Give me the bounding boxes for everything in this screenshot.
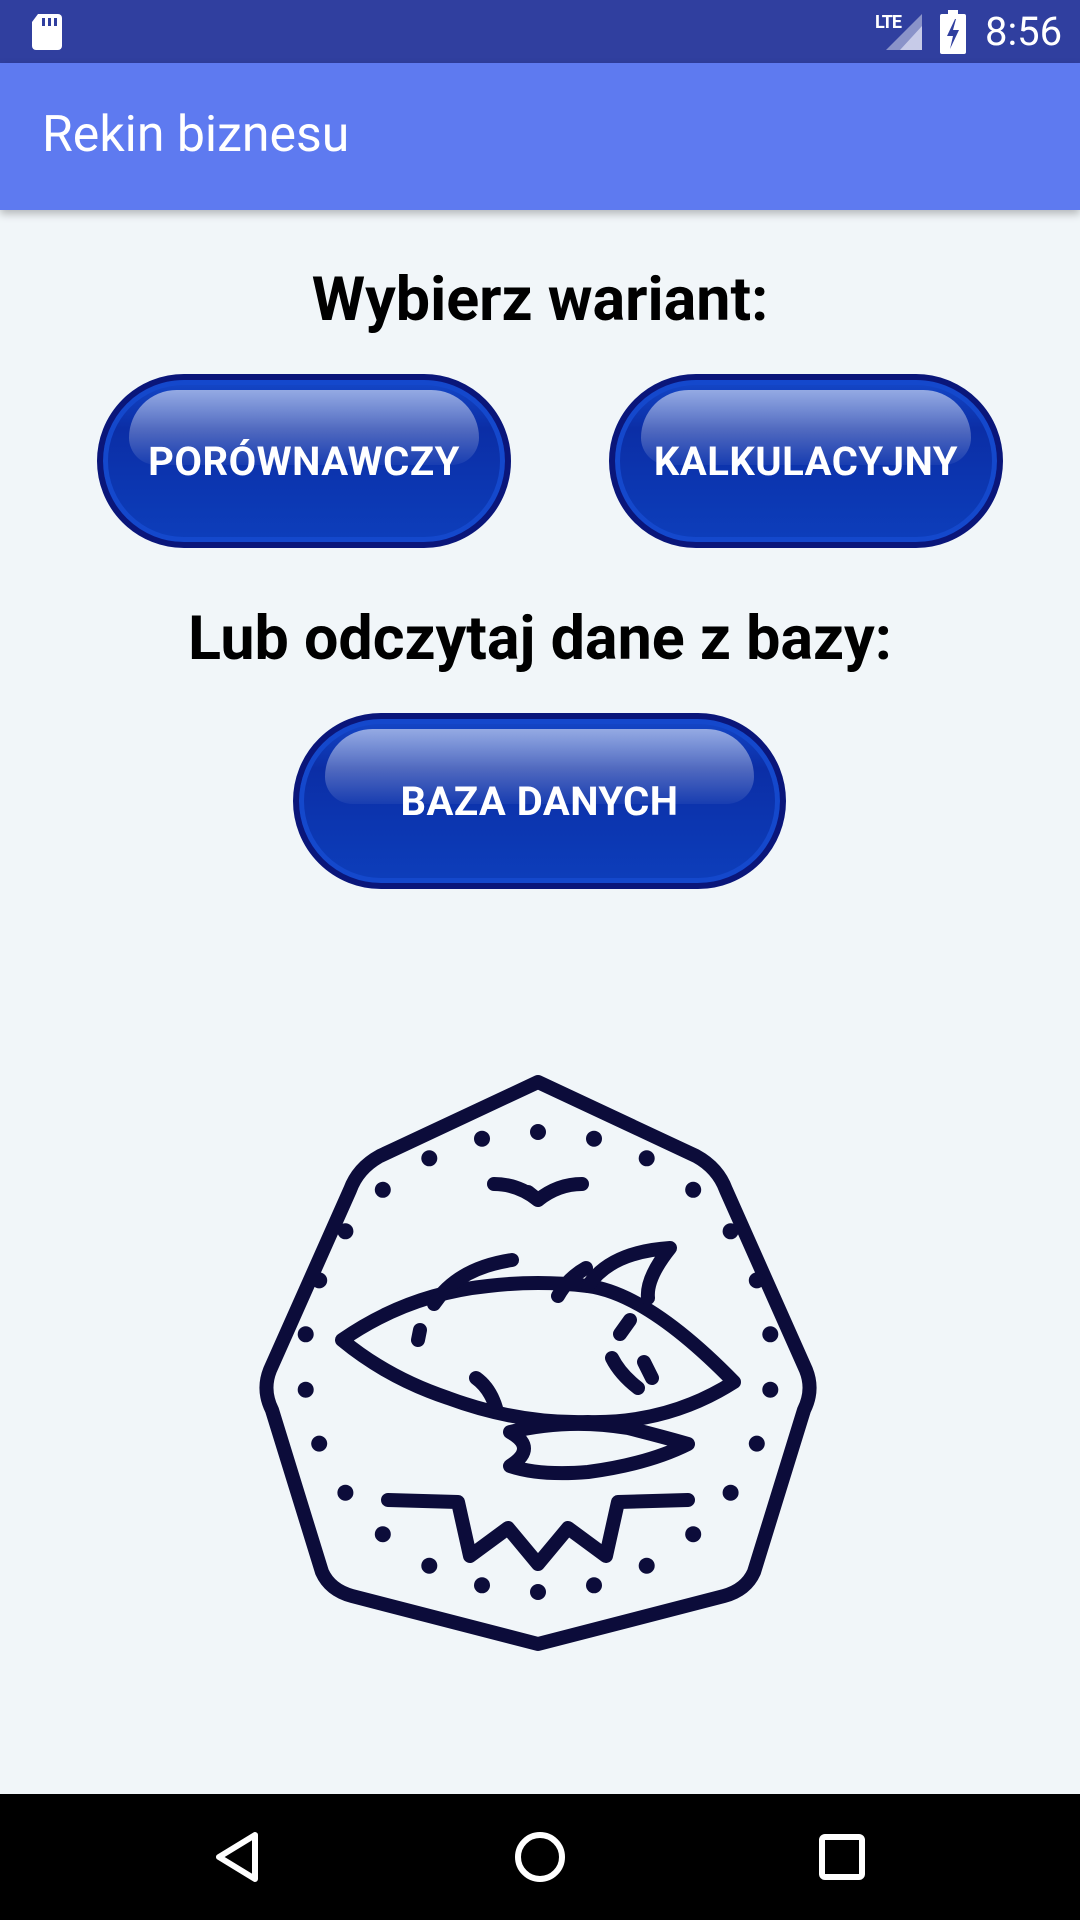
coin-dot [762, 1381, 779, 1398]
coin-dot [638, 1557, 655, 1574]
variant-heading: Wybierz wariant: [311, 263, 769, 335]
coin-dot [297, 1381, 314, 1398]
status-clock: 8:56 [985, 8, 1063, 55]
coin-dot [722, 1223, 739, 1240]
back-icon[interactable] [207, 1827, 267, 1887]
database-button[interactable]: BAZA DANYCH [293, 713, 786, 889]
coin-dot [530, 1584, 546, 1600]
coin-dot [421, 1557, 438, 1574]
coin-dot [530, 1124, 546, 1140]
coin-dot [586, 1577, 602, 1594]
coin-dot [685, 1181, 702, 1198]
app-bar: Rekin biznesu [0, 63, 1080, 210]
coin-dot [586, 1130, 602, 1147]
coin-dot [311, 1435, 328, 1452]
coin-dot [337, 1223, 354, 1240]
system-nav-bar [0, 1794, 1080, 1920]
coin-dot [722, 1484, 739, 1501]
home-icon[interactable] [510, 1827, 570, 1887]
coin-dot [474, 1577, 490, 1594]
status-bar: LTE 8:56 [0, 0, 1080, 63]
coin-dot [638, 1150, 655, 1167]
database-button-label: BAZA DANYCH [400, 777, 679, 825]
database-heading: Lub odczytaj dane z bazy: [188, 602, 892, 674]
recents-icon[interactable] [812, 1827, 872, 1887]
coin-dot [421, 1150, 438, 1167]
kalkulacyjny-button[interactable]: KALKULACYJNY [609, 374, 1003, 548]
coin-dot [474, 1130, 490, 1147]
kalkulacyjny-button-label: KALKULACYJNY [653, 437, 959, 485]
coin-dot [685, 1526, 702, 1543]
coin-dot [374, 1526, 391, 1543]
sd-card-icon [32, 14, 62, 50]
shark-coin-icon [259, 1075, 817, 1651]
battery-charging-icon [940, 10, 966, 54]
coin-dot [297, 1326, 314, 1343]
coin-dot [337, 1484, 354, 1501]
porownawczy-button[interactable]: PORÓWNAWCZY [97, 374, 511, 548]
app-title: Rekin biznesu [42, 106, 350, 164]
coin-dot [748, 1272, 765, 1289]
porownawczy-button-label: PORÓWNAWCZY [148, 437, 460, 485]
signal-icon [886, 14, 922, 50]
coin-dot [762, 1326, 779, 1343]
coin-dot [748, 1435, 765, 1452]
coin-dot [374, 1181, 391, 1198]
coin-dot [311, 1272, 328, 1289]
